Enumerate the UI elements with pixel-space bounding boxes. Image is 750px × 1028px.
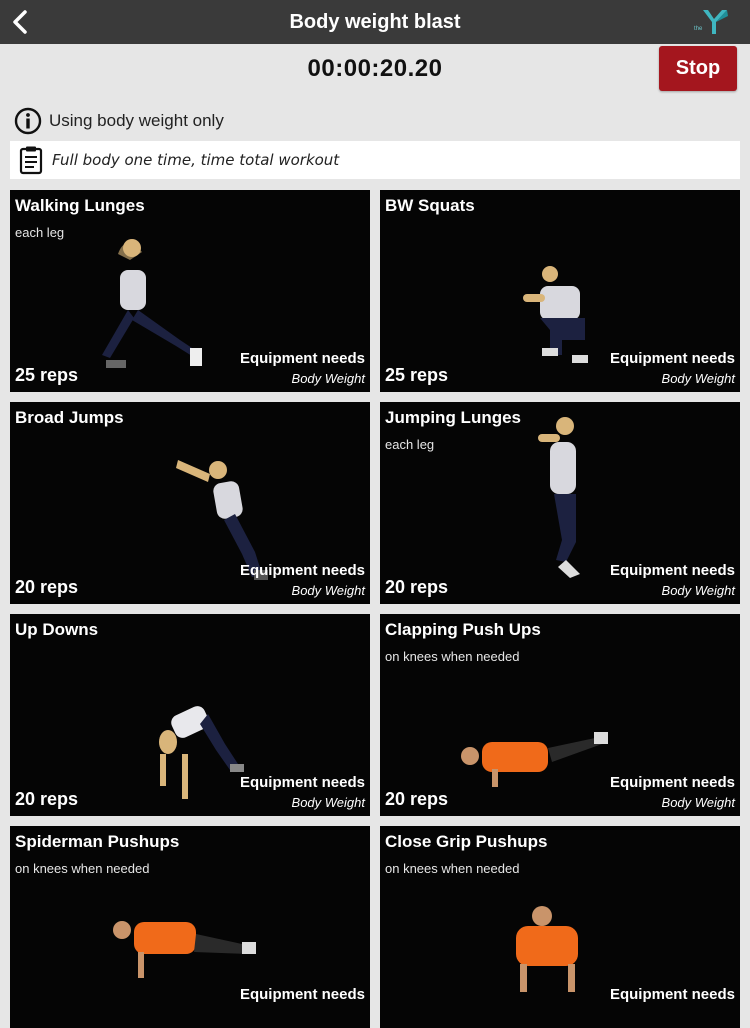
info-row: Using body weight only — [14, 106, 224, 136]
equipment-value: Body Weight — [291, 371, 365, 386]
exercise-name: Up Downs — [15, 620, 99, 639]
equipment-label: Equipment needs — [239, 562, 365, 579]
exercise-name: Spiderman Pushups — [15, 832, 180, 851]
clipboard-icon — [19, 146, 43, 175]
equipment-label: Equipment needs — [609, 986, 735, 1003]
stop-button[interactable]: Stop — [659, 46, 737, 91]
exercise-note: on knees when needed — [15, 861, 150, 876]
equipment-value: Body Weight — [661, 371, 735, 386]
info-icon — [14, 107, 42, 135]
ymca-logo-icon: the — [694, 10, 728, 34]
equipment-label: Equipment needs — [609, 562, 735, 579]
equipment-value: Body Weight — [661, 795, 735, 810]
note-text: Full body one time, time total workout — [52, 151, 340, 169]
equipment-value: Body Weight — [661, 583, 735, 598]
svg-text:the: the — [694, 26, 703, 32]
workout-timer: 00:00:20.20 — [307, 55, 443, 82]
exercise-card-broad-jumps[interactable]: Broad Jumps 20 reps Equipment needs Body… — [10, 402, 370, 604]
exercise-reps: 25 reps — [15, 365, 79, 385]
top-bar: Body weight blast the — [0, 0, 750, 44]
exercise-reps: 20 reps — [15, 577, 79, 597]
equipment-label: Equipment needs — [239, 774, 365, 791]
exercise-name: BW Squats — [385, 196, 475, 215]
exercise-grid: Walking Lunges each leg 25 reps Equipmen… — [10, 190, 740, 1028]
equipment-value: Body Weight — [291, 583, 365, 598]
page-title: Body weight blast — [289, 11, 461, 33]
equipment-label: Equipment needs — [239, 350, 365, 367]
exercise-card-walking-lunges[interactable]: Walking Lunges each leg 25 reps Equipmen… — [10, 190, 370, 392]
exercise-card-up-downs[interactable]: Up Downs 20 reps Equipment needs Body We… — [10, 614, 370, 816]
exercise-note: each leg — [15, 225, 65, 240]
exercise-note: on knees when needed — [385, 649, 520, 664]
info-text: Using body weight only — [49, 111, 224, 130]
exercise-name: Jumping Lunges — [385, 408, 521, 427]
equipment-label: Equipment needs — [609, 774, 735, 791]
exercise-name: Broad Jumps — [15, 408, 124, 427]
exercise-note: on knees when needed — [385, 861, 520, 876]
exercise-name: Clapping Push Ups — [385, 620, 541, 639]
equipment-label: Equipment needs — [609, 350, 735, 367]
exercise-name: Walking Lunges — [15, 196, 145, 215]
exercise-card-clapping-push-ups[interactable]: Clapping Push Ups on knees when needed 2… — [380, 614, 740, 816]
exercise-card-spiderman-pushups[interactable]: Spiderman Pushups on knees when needed E… — [10, 826, 370, 1028]
equipment-value: Body Weight — [291, 795, 365, 810]
workout-note: Full body one time, time total workout — [10, 141, 740, 179]
exercise-reps: 20 reps — [15, 789, 79, 809]
exercise-note: each leg — [385, 437, 435, 452]
exercise-card-bw-squats[interactable]: BW Squats 25 reps Equipment needs Body W… — [380, 190, 740, 392]
exercise-card-jumping-lunges[interactable]: Jumping Lunges each leg 20 reps Equipmen… — [380, 402, 740, 604]
exercise-card-close-grip-pushups[interactable]: Close Grip Pushups on knees when needed … — [380, 826, 740, 1028]
exercise-reps: 20 reps — [385, 577, 449, 597]
exercise-reps: 25 reps — [385, 365, 449, 385]
equipment-label: Equipment needs — [239, 986, 365, 1003]
exercise-name: Close Grip Pushups — [385, 832, 548, 851]
exercise-reps: 20 reps — [385, 789, 449, 809]
